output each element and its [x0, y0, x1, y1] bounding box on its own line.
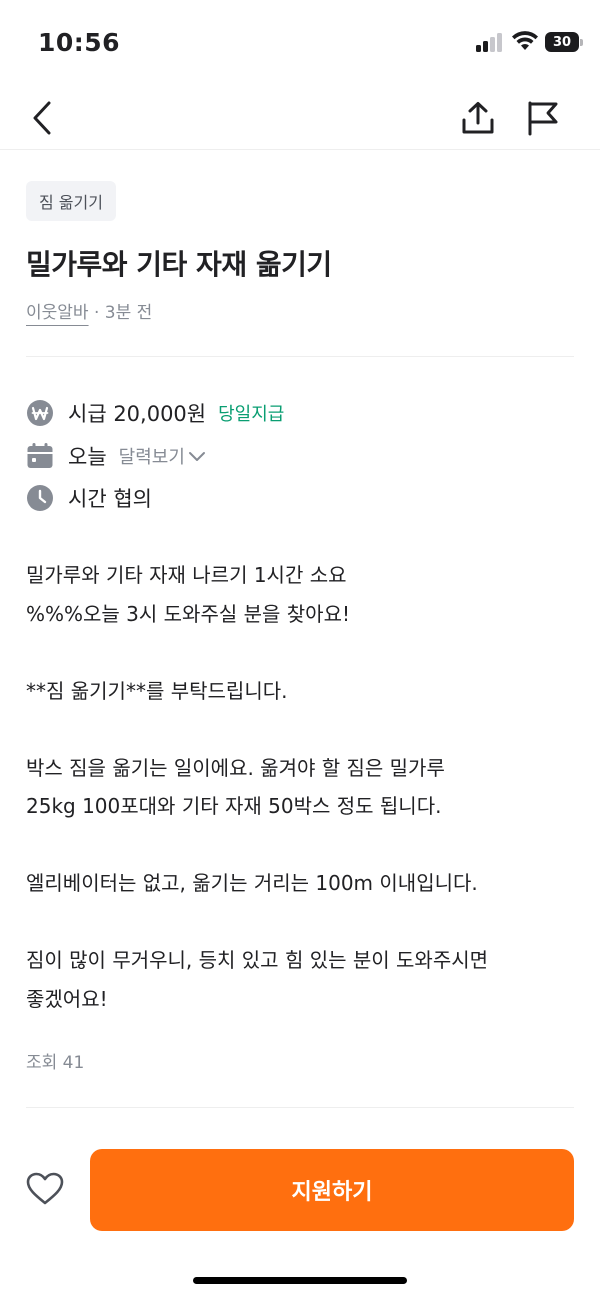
wage-text: 시급 20,000원	[68, 402, 207, 426]
post-title: 밀가루와 기타 자재 옮기기	[26, 248, 332, 281]
divider	[26, 356, 574, 357]
time-row: 시간 협의	[26, 482, 152, 514]
heart-icon	[26, 1172, 64, 1205]
wage-row: 시급 20,000원 당일지급	[26, 397, 284, 429]
share-button[interactable]	[456, 96, 500, 140]
job-post-screen: 10:56 30 짐 옮기기 밀가루와 기타 자재 옮기기 이웃알바 · 3분 …	[0, 0, 600, 1299]
chevron-down-icon	[188, 452, 205, 461]
calendar-link-label: 달력보기	[118, 447, 185, 468]
author-link[interactable]: 이웃알바	[26, 303, 89, 323]
wifi-icon	[512, 31, 538, 50]
date-row: 오늘 달력보기	[26, 440, 206, 472]
pay-type-badge: 당일지급	[218, 404, 285, 425]
home-indicator	[193, 1277, 407, 1284]
navigation-bar	[0, 88, 600, 150]
post-time: · 3분 전	[88, 303, 153, 323]
back-button[interactable]	[20, 96, 64, 140]
calendar-icon	[26, 442, 54, 470]
time-text: 시간 협의	[68, 487, 152, 511]
chevron-left-icon	[33, 101, 51, 135]
cellular-signal-icon	[476, 32, 506, 52]
category-chip: 짐 옮기기	[26, 181, 116, 221]
post-meta: 이웃알바 · 3분 전	[26, 298, 152, 323]
share-icon	[462, 102, 494, 134]
status-bar: 10:56 30	[0, 0, 600, 88]
calendar-link[interactable]: 달력보기	[119, 443, 206, 469]
battery-indicator: 30	[545, 32, 579, 52]
like-button[interactable]	[24, 1168, 66, 1210]
status-time: 10:56	[38, 28, 121, 57]
view-count: 조회 41	[26, 1053, 85, 1073]
battery-level: 30	[552, 34, 572, 50]
divider	[26, 1107, 574, 1108]
won-icon	[26, 399, 54, 427]
post-description: 밀가루와 기타 자재 나르기 1시간 소요 %%%오늘 3시 도와주실 분을 찾…	[26, 563, 489, 1011]
clock-icon	[26, 484, 54, 512]
battery-cap	[580, 39, 583, 46]
report-button[interactable]	[520, 96, 564, 140]
date-text: 오늘	[68, 445, 107, 469]
apply-button[interactable]: 지원하기	[90, 1149, 574, 1231]
flag-icon	[528, 101, 558, 136]
